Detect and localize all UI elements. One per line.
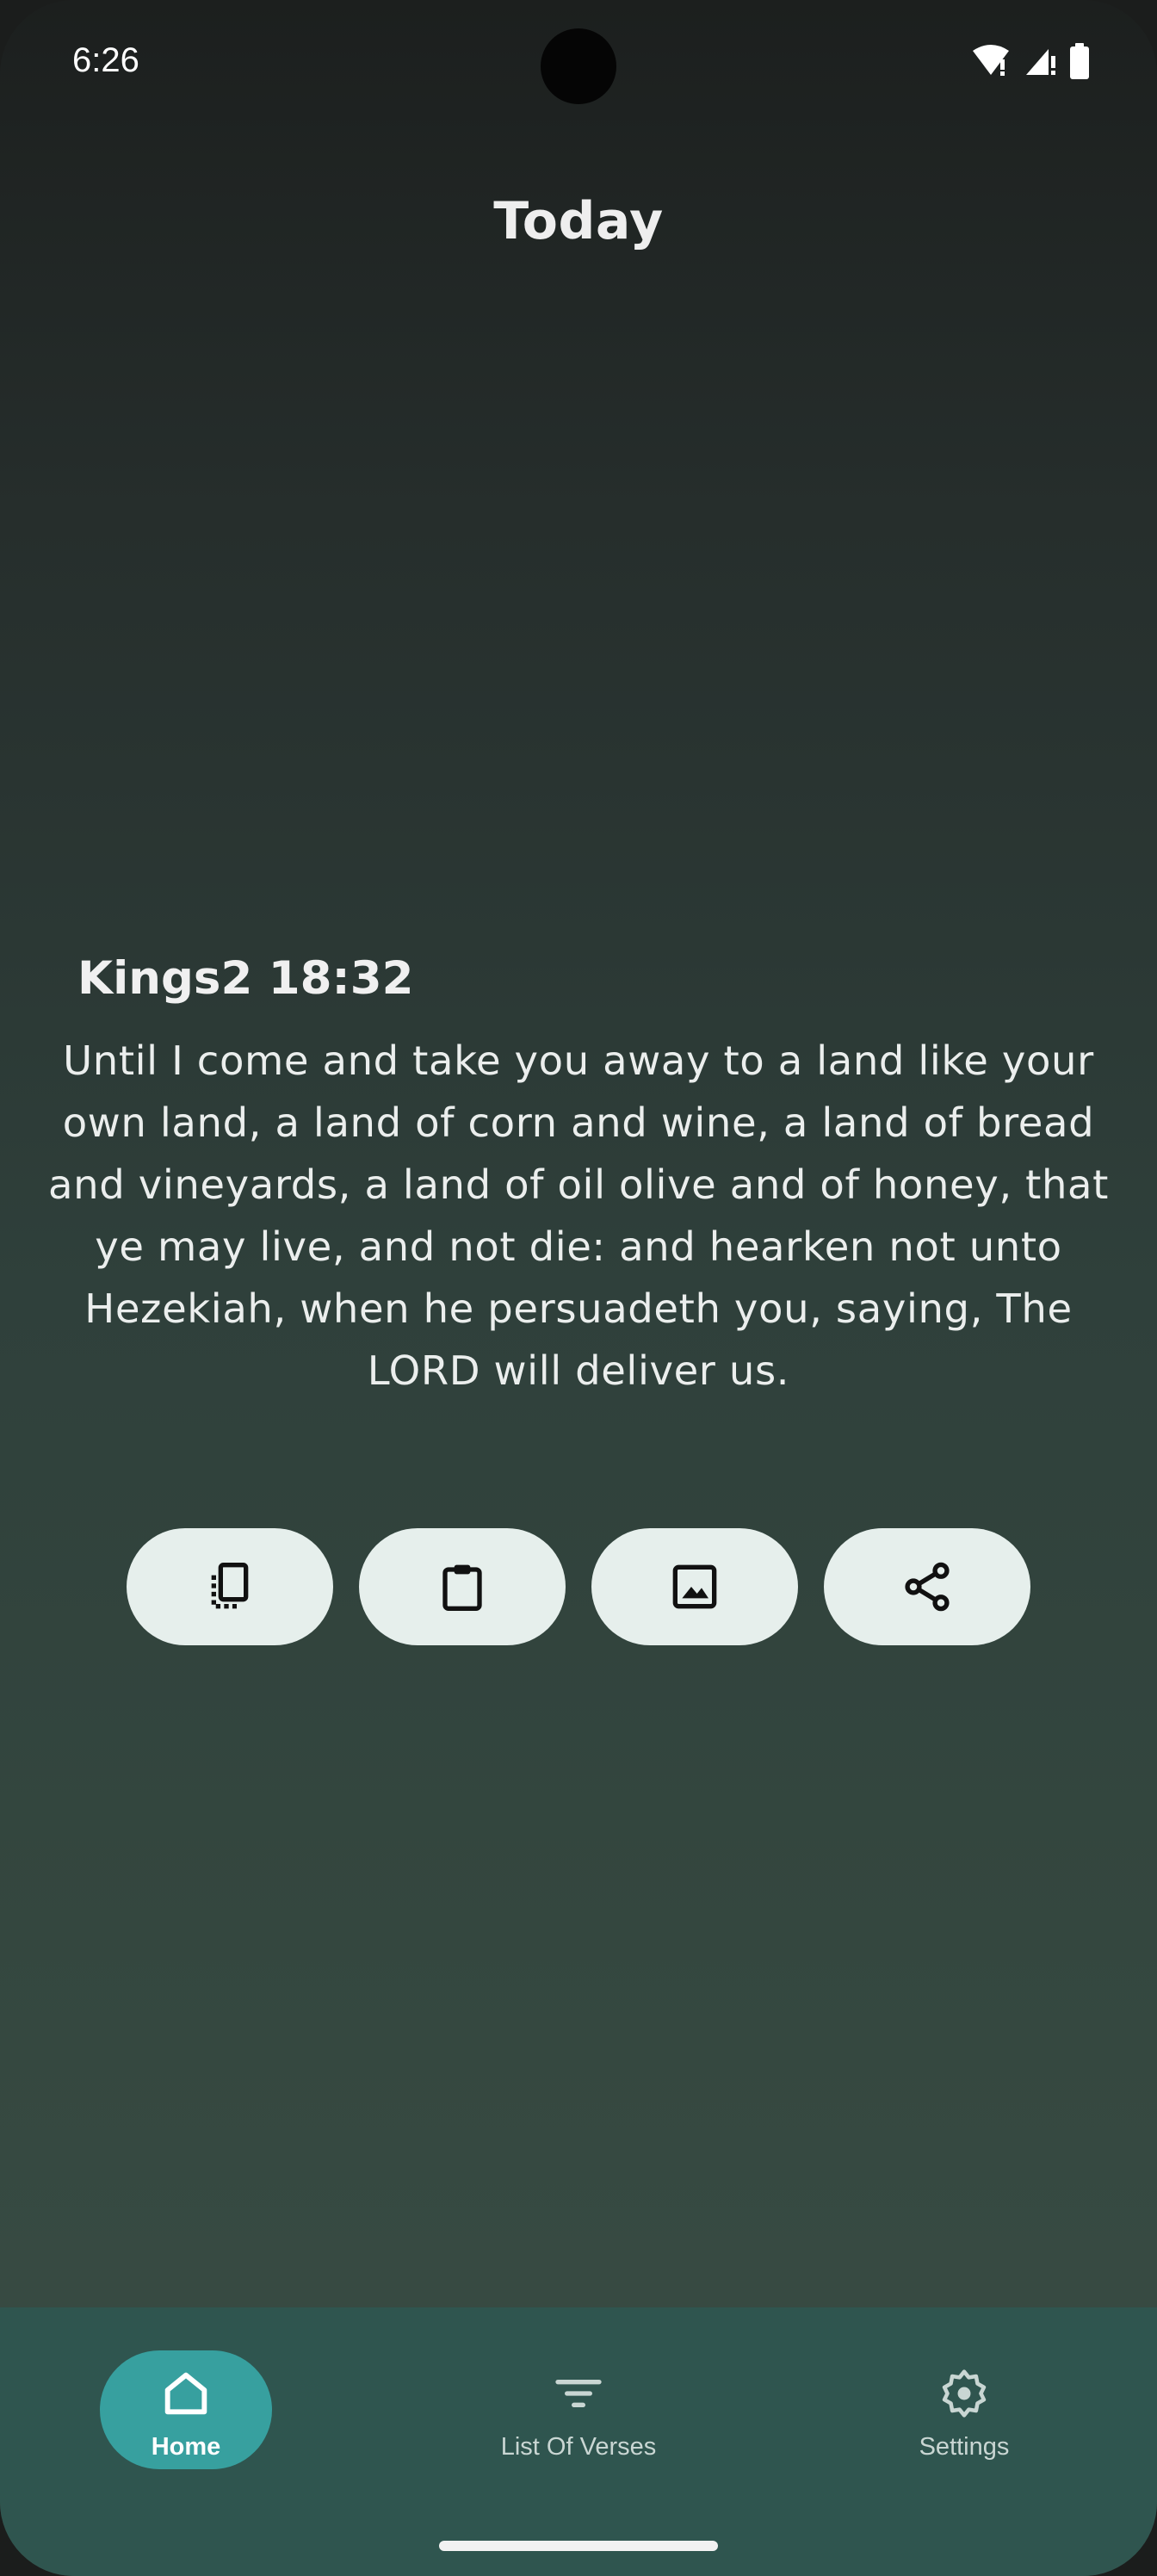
status-time: 6:26 [72,41,139,79]
wifi-icon [973,45,1009,76]
verse-reference: Kings2 18:32 [77,952,414,1005]
app-screen: 6:26 Today Kings2 18:32 Until I come and… [0,0,1157,2576]
nav-item-list-of-verses[interactable]: List Of Verses [386,2307,771,2523]
bottom-navigation: Home List Of Verses Settings [0,2307,1157,2576]
filter-icon [555,2380,602,2407]
nav-item-settings[interactable]: Settings [771,2307,1157,2523]
status-icons [971,43,1090,79]
nav-item-home[interactable]: Home [0,2307,386,2523]
nav-label-list-of-verses: List Of Verses [500,2433,657,2461]
gear-icon [942,2369,987,2418]
home-icon [164,2372,207,2415]
clipboard-icon [442,1564,482,1611]
nav-label-settings: Settings [919,2433,1010,2461]
copy-icon [211,1563,249,1609]
status-bar: 6:26 [0,0,1157,129]
image-icon [672,1564,717,1609]
signal-icon [1026,49,1055,75]
verse-actions [127,1528,1030,1645]
share-icon [905,1562,950,1612]
page-title: Today [493,191,664,251]
verse-text: Until I come and take you away to a land… [48,1037,1109,1394]
copy-button[interactable] [127,1528,333,1645]
image-button[interactable] [591,1528,798,1645]
gesture-home-indicator[interactable] [439,2541,718,2551]
battery-icon [1070,43,1089,79]
nav-label-home: Home [151,2433,221,2461]
clipboard-button[interactable] [359,1528,566,1645]
camera-cutout [541,28,616,104]
share-button[interactable] [824,1528,1030,1645]
